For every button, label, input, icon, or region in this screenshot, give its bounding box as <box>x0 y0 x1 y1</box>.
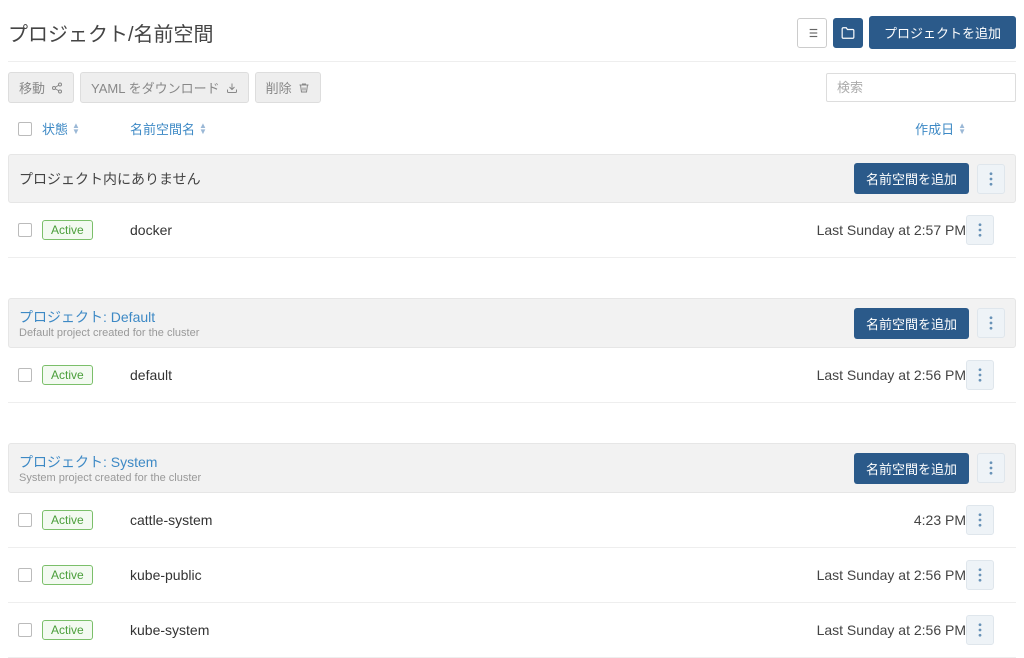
download-icon <box>226 82 238 94</box>
created-date: Last Sunday at 2:56 PM <box>817 622 966 638</box>
move-label: 移動 <box>19 78 45 97</box>
created-date: 4:23 PM <box>914 512 966 528</box>
view-list-toggle[interactable] <box>797 18 827 48</box>
project-menu-button[interactable] <box>977 453 1005 483</box>
namespace-row: Active cattle-system 4:23 PM <box>8 493 1016 548</box>
folder-icon <box>841 26 855 40</box>
sort-icon: ▲▼ <box>72 123 80 135</box>
download-yaml-label: YAML をダウンロード <box>91 78 220 97</box>
row-checkbox[interactable] <box>18 513 32 527</box>
project-group-header: プロジェクト: System System project created fo… <box>8 443 1016 493</box>
row-menu-button[interactable] <box>966 360 994 390</box>
row-menu-button[interactable] <box>966 505 994 535</box>
namespace-row: Active kube-public Last Sunday at 2:56 P… <box>8 548 1016 603</box>
row-menu-button[interactable] <box>966 615 994 645</box>
column-state[interactable]: 状態 ▲▼ <box>42 119 130 138</box>
kebab-menu-icon <box>989 316 993 330</box>
kebab-menu-icon <box>989 461 993 475</box>
add-project-button[interactable]: プロジェクトを追加 <box>869 16 1016 49</box>
row-menu-button[interactable] <box>966 560 994 590</box>
namespace-name[interactable]: default <box>130 367 172 383</box>
view-group-toggle[interactable] <box>833 18 863 48</box>
sort-icon: ▲▼ <box>199 123 207 135</box>
row-menu-button[interactable] <box>966 215 994 245</box>
add-namespace-button[interactable]: 名前空間を追加 <box>854 453 969 484</box>
status-badge: Active <box>42 620 93 640</box>
namespace-name[interactable]: docker <box>130 222 172 238</box>
status-badge: Active <box>42 220 93 240</box>
delete-button[interactable]: 削除 <box>255 72 321 103</box>
toolbar: 移動 YAML をダウンロード 削除 <box>8 62 1016 113</box>
kebab-menu-icon <box>978 368 982 382</box>
download-yaml-button[interactable]: YAML をダウンロード <box>80 72 249 103</box>
project-menu-button[interactable] <box>977 308 1005 338</box>
list-header: 状態 ▲▼ 名前空間名 ▲▼ 作成日 ▲▼ <box>8 113 1016 144</box>
delete-label: 削除 <box>266 78 292 97</box>
created-date: Last Sunday at 2:56 PM <box>817 367 966 383</box>
row-checkbox[interactable] <box>18 223 32 237</box>
status-badge: Active <box>42 510 93 530</box>
share-icon <box>51 82 63 94</box>
project-group-header: プロジェクト: Default Default project created … <box>8 298 1016 348</box>
project-title[interactable]: プロジェクト: Default <box>19 307 199 327</box>
trash-icon <box>298 82 310 94</box>
kebab-menu-icon <box>989 172 993 186</box>
project-group-header: プロジェクト内にありません 名前空間を追加 <box>8 154 1016 203</box>
status-badge: Active <box>42 565 93 585</box>
list-icon <box>805 26 819 40</box>
kebab-menu-icon <box>978 568 982 582</box>
project-group: プロジェクト内にありません 名前空間を追加 Active docker Last… <box>8 154 1016 258</box>
column-name[interactable]: 名前空間名 ▲▼ <box>130 119 746 138</box>
created-date: Last Sunday at 2:56 PM <box>817 567 966 583</box>
add-namespace-button[interactable]: 名前空間を追加 <box>854 308 969 339</box>
header-actions: プロジェクトを追加 <box>797 16 1016 49</box>
namespace-row: Active docker Last Sunday at 2:57 PM <box>8 203 1016 258</box>
project-group: プロジェクト: System System project created fo… <box>8 443 1016 658</box>
status-badge: Active <box>42 365 93 385</box>
project-subtitle: Default project created for the cluster <box>19 327 199 339</box>
project-menu-button[interactable] <box>977 164 1005 194</box>
page-header: プロジェクト/名前空間 プロジェクトを追加 <box>8 10 1016 62</box>
sort-icon: ▲▼ <box>958 123 966 135</box>
namespace-name[interactable]: kube-public <box>130 567 202 583</box>
project-group: プロジェクト: Default Default project created … <box>8 298 1016 403</box>
row-checkbox[interactable] <box>18 568 32 582</box>
namespace-row: Active kube-system Last Sunday at 2:56 P… <box>8 603 1016 658</box>
column-created[interactable]: 作成日 ▲▼ <box>746 119 966 138</box>
move-button[interactable]: 移動 <box>8 72 74 103</box>
project-title: プロジェクト内にありません <box>19 169 201 189</box>
row-checkbox[interactable] <box>18 368 32 382</box>
project-subtitle: System project created for the cluster <box>19 472 201 484</box>
created-date: Last Sunday at 2:57 PM <box>817 222 966 238</box>
page-title: プロジェクト/名前空間 <box>8 18 214 47</box>
project-title[interactable]: プロジェクト: System <box>19 452 201 472</box>
namespace-name[interactable]: kube-system <box>130 622 209 638</box>
row-checkbox[interactable] <box>18 623 32 637</box>
kebab-menu-icon <box>978 513 982 527</box>
namespace-row: Active default Last Sunday at 2:56 PM <box>8 348 1016 403</box>
select-all-checkbox[interactable] <box>18 122 32 136</box>
add-namespace-button[interactable]: 名前空間を追加 <box>854 163 969 194</box>
search-input[interactable] <box>826 73 1016 102</box>
namespace-name[interactable]: cattle-system <box>130 512 212 528</box>
kebab-menu-icon <box>978 223 982 237</box>
kebab-menu-icon <box>978 623 982 637</box>
